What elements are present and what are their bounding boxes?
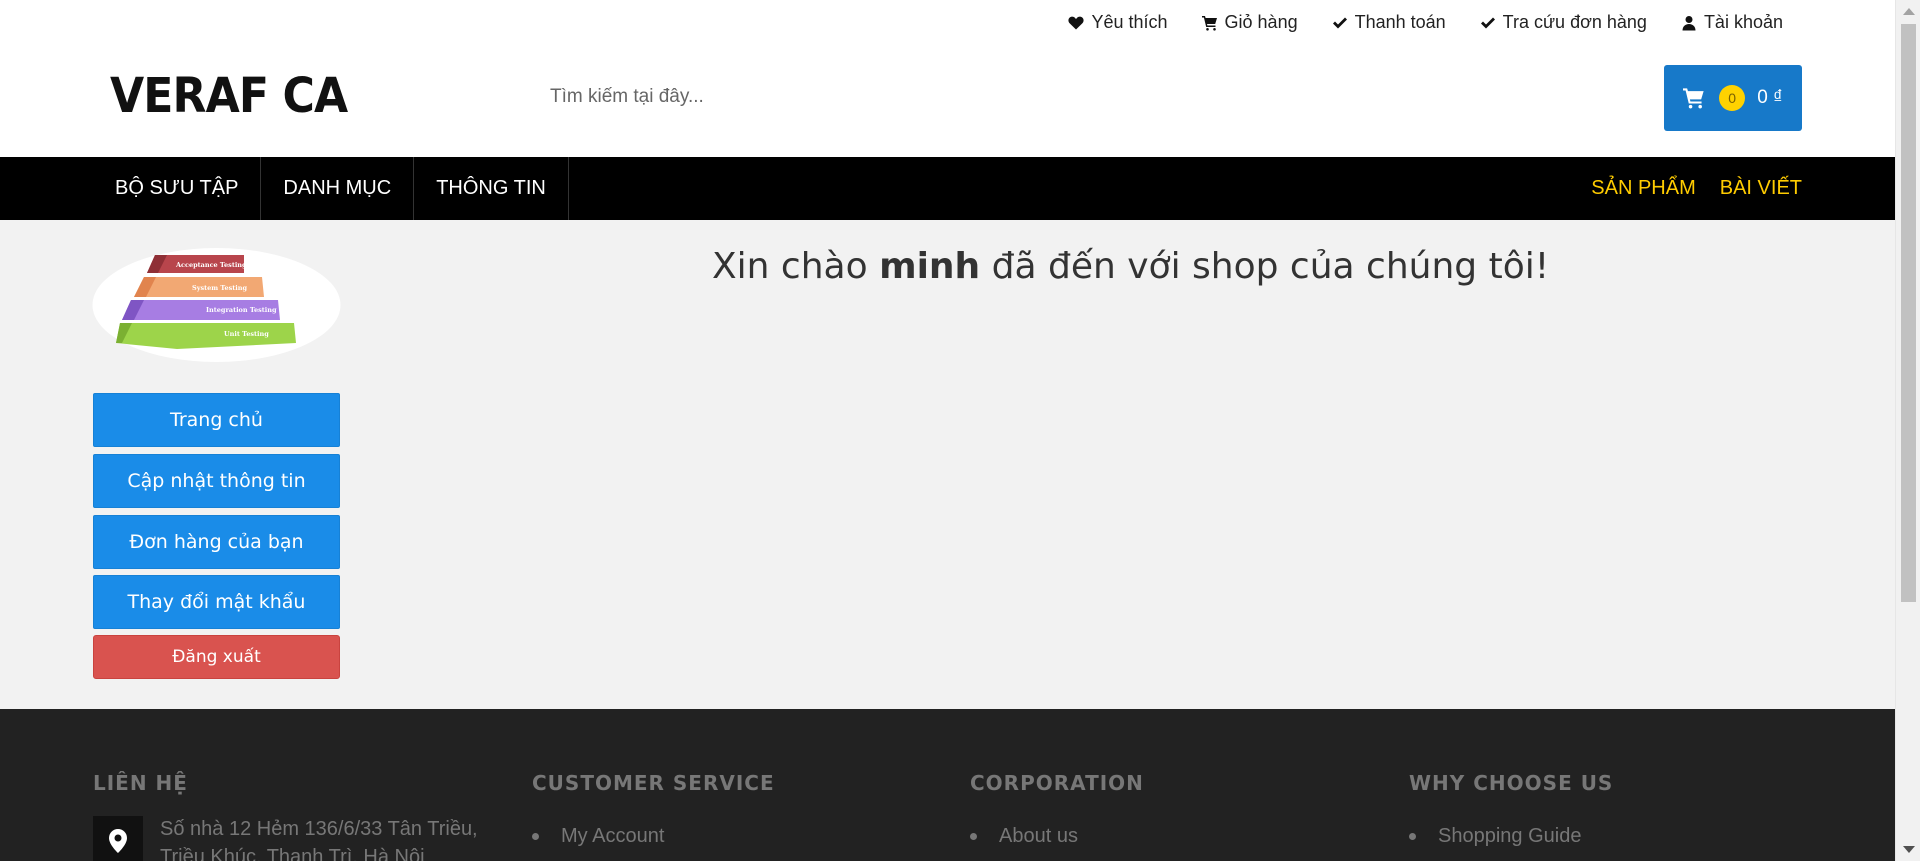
pyramid-label: Integration Testing (206, 306, 277, 314)
welcome-heading: Xin chào minh đã đến với shop của chúng … (712, 246, 1549, 287)
greeting-username: minh (879, 246, 981, 287)
footer-link-my-account[interactable]: My Account (532, 825, 775, 848)
footer-link-label: My Account (561, 825, 665, 847)
site-logo[interactable]: VERAF CA (110, 70, 348, 122)
footer-address: Số nhà 12 Hẻm 136/6/33 Tân Triều, Triều … (160, 818, 478, 861)
cart-button[interactable]: 0 0 ₫ (1664, 65, 1802, 131)
main-nav: BỘ SƯU TẬP DANH MỤC THÔNG TIN SẢN PHẨM B… (0, 157, 1895, 220)
site-header: Yêu thích Giỏ hàng Thanh toán Tra cứu đơ… (0, 0, 1895, 157)
pyramid-label: Unit Testing (224, 330, 269, 338)
site-footer: LIÊN HỆ Số nhà 12 Hẻm 136/6/33 Tân Triều… (0, 709, 1895, 861)
page: Yêu thích Giỏ hàng Thanh toán Tra cứu đơ… (0, 0, 1895, 861)
footer-heading: CUSTOMER SERVICE (532, 771, 775, 795)
testing-pyramid-image: Acceptance Testing System Testing Integr… (92, 248, 341, 362)
footer-corporation: CORPORATION About us (970, 771, 1144, 848)
bullet-icon (970, 833, 977, 840)
top-link-label: Tài khoản (1703, 12, 1783, 32)
footer-link-label: About us (999, 825, 1078, 847)
vertical-scrollbar[interactable] (1895, 0, 1920, 861)
top-link-checkout[interactable]: Thanh toán (1332, 12, 1446, 33)
nav-item-products[interactable]: SẢN PHẨM (1591, 177, 1695, 200)
update-info-button[interactable]: Cập nhật thông tin (93, 454, 340, 508)
my-orders-button[interactable]: Đơn hàng của bạn (93, 515, 340, 569)
footer-why-choose-us: WHY CHOOSE US Shopping Guide (1409, 771, 1613, 848)
top-link-account[interactable]: Tài khoản (1681, 12, 1783, 33)
scroll-down-arrow-icon[interactable] (1903, 846, 1915, 853)
logout-button[interactable]: Đăng xuất (93, 635, 340, 679)
top-link-order-lookup[interactable]: Tra cứu đơn hàng (1480, 12, 1647, 33)
cart-icon (1201, 15, 1217, 31)
footer-heading: WHY CHOOSE US (1409, 771, 1614, 795)
nav-item-posts[interactable]: BÀI VIẾT (1720, 177, 1802, 200)
check-icon (1480, 17, 1495, 28)
scrollbar-thumb[interactable] (1901, 24, 1916, 602)
map-marker-icon (93, 816, 143, 861)
scroll-up-arrow-icon[interactable] (1903, 8, 1915, 15)
check-icon (1332, 17, 1347, 28)
top-link-label: Yêu thích (1091, 12, 1168, 32)
heart-icon (1068, 16, 1085, 29)
footer-link-about-us[interactable]: About us (970, 825, 1144, 848)
home-button[interactable]: Trang chủ (93, 393, 340, 447)
account-main: Acceptance Testing System Testing Integr… (0, 220, 1895, 709)
footer-heading: LIÊN HỆ (93, 771, 188, 795)
top-link-wishlist[interactable]: Yêu thích (1068, 12, 1168, 33)
top-link-label: Tra cứu đơn hàng (1502, 12, 1647, 32)
pyramid-label: Acceptance Testing (175, 261, 247, 269)
footer-contact: LIÊN HỆ (93, 771, 188, 795)
nav-item-info[interactable]: THÔNG TIN (414, 157, 569, 220)
top-link-label: Giỏ hàng (1224, 12, 1298, 32)
bullet-icon (532, 833, 539, 840)
bullet-icon (1409, 833, 1416, 840)
nav-item-collection[interactable]: BỘ SƯU TẬP (93, 157, 262, 220)
search-input[interactable] (532, 72, 1132, 122)
greeting-prefix: Xin chào (712, 246, 868, 287)
footer-heading: CORPORATION (970, 771, 1144, 795)
pyramid-label: System Testing (192, 284, 247, 292)
cart-total: 0 ₫ (1757, 87, 1783, 108)
cart-icon (1683, 88, 1704, 109)
top-link-label: Thanh toán (1354, 12, 1446, 32)
top-link-cart[interactable]: Giỏ hàng (1201, 12, 1298, 33)
footer-customer-service: CUSTOMER SERVICE My Account (532, 771, 775, 848)
user-icon (1682, 15, 1696, 30)
greeting-suffix: đã đến với shop của chúng tôi! (991, 246, 1550, 287)
footer-link-shopping-guide[interactable]: Shopping Guide (1409, 825, 1613, 848)
top-links: Yêu thích Giỏ hàng Thanh toán Tra cứu đơ… (1068, 12, 1783, 33)
footer-link-label: Shopping Guide (1438, 825, 1582, 847)
change-password-button[interactable]: Thay đổi mật khẩu (93, 575, 340, 629)
nav-item-categories[interactable]: DANH MỤC (261, 157, 415, 220)
cart-count-badge: 0 (1719, 85, 1746, 111)
